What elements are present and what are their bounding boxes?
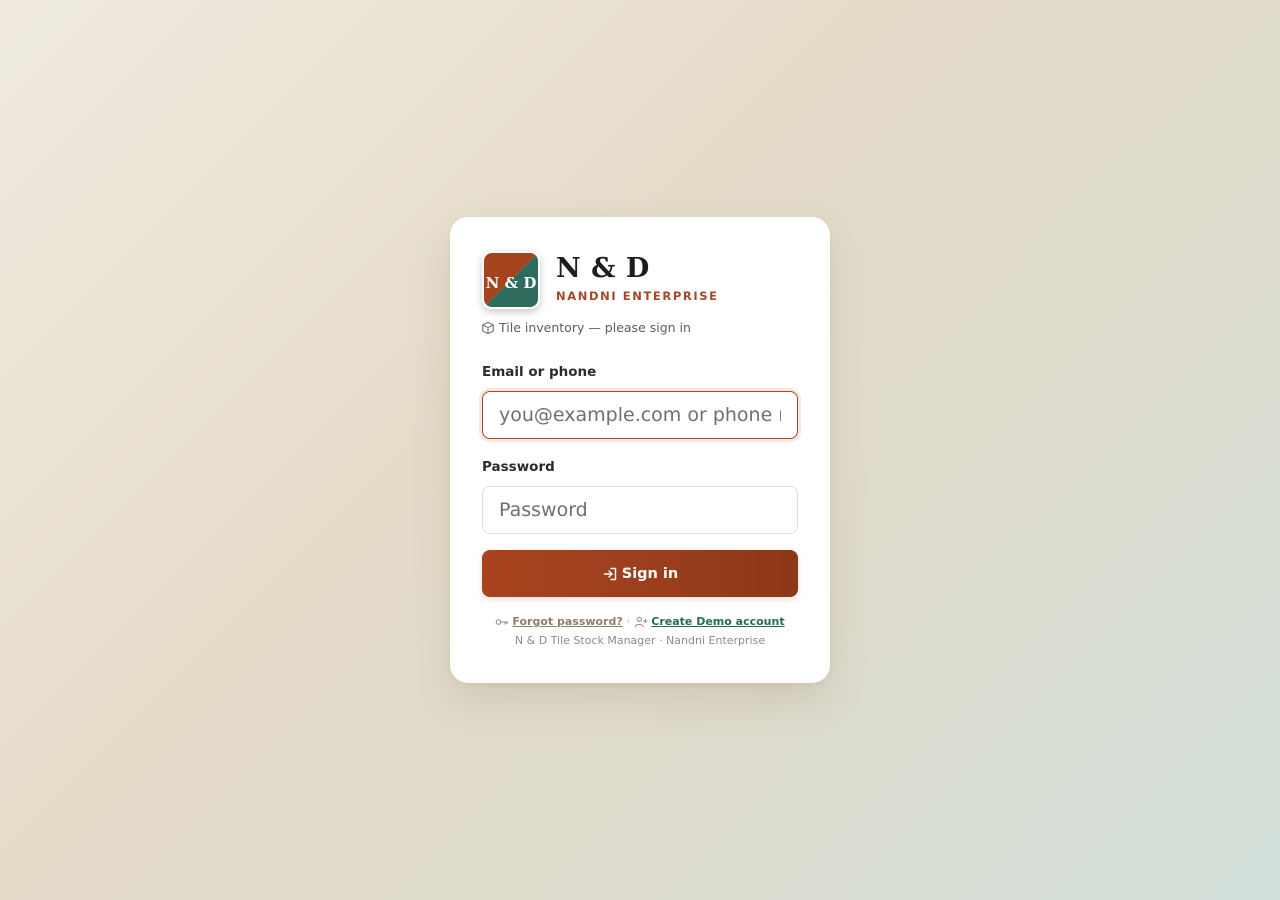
email-field[interactable] <box>482 391 798 439</box>
sign-in-icon <box>602 566 618 582</box>
email-label: Email or phone <box>482 364 597 380</box>
password-label: Password <box>482 459 555 475</box>
brand-logo: N & D <box>482 251 540 309</box>
create-demo-account-link[interactable]: Create Demo account <box>651 615 784 628</box>
key-icon <box>495 617 509 627</box>
sign-in-button[interactable]: Sign in <box>482 550 798 597</box>
logo-graphic: N & D <box>484 253 538 307</box>
password-field[interactable] <box>482 486 798 534</box>
add-user-icon <box>634 616 648 628</box>
sign-in-label: Sign in <box>621 565 679 582</box>
logo-text: N & D <box>486 274 537 292</box>
brand-subtitle: NANDNI ENTERPRISE <box>556 289 719 303</box>
footer-note: N & D Tile Stock Manager · Nandni Enterp… <box>514 634 766 647</box>
brand-name: N & D <box>556 253 650 284</box>
brand-header: N & D N & D NANDNI ENTERPRISE <box>482 251 719 309</box>
brand-text: N & D NANDNI ENTERPRISE <box>556 252 719 303</box>
cube-icon <box>481 321 495 335</box>
footer-separator: · <box>626 615 631 628</box>
tagline: Tile inventory — please sign in <box>481 320 691 335</box>
footer-links: Forgot password? · Create Demo account <box>450 615 830 628</box>
forgot-password-link[interactable]: Forgot password? <box>512 615 622 628</box>
login-card: N & D N & D NANDNI ENTERPRISE Tile inven… <box>450 217 830 683</box>
tagline-text: Tile inventory — please sign in <box>499 320 691 335</box>
